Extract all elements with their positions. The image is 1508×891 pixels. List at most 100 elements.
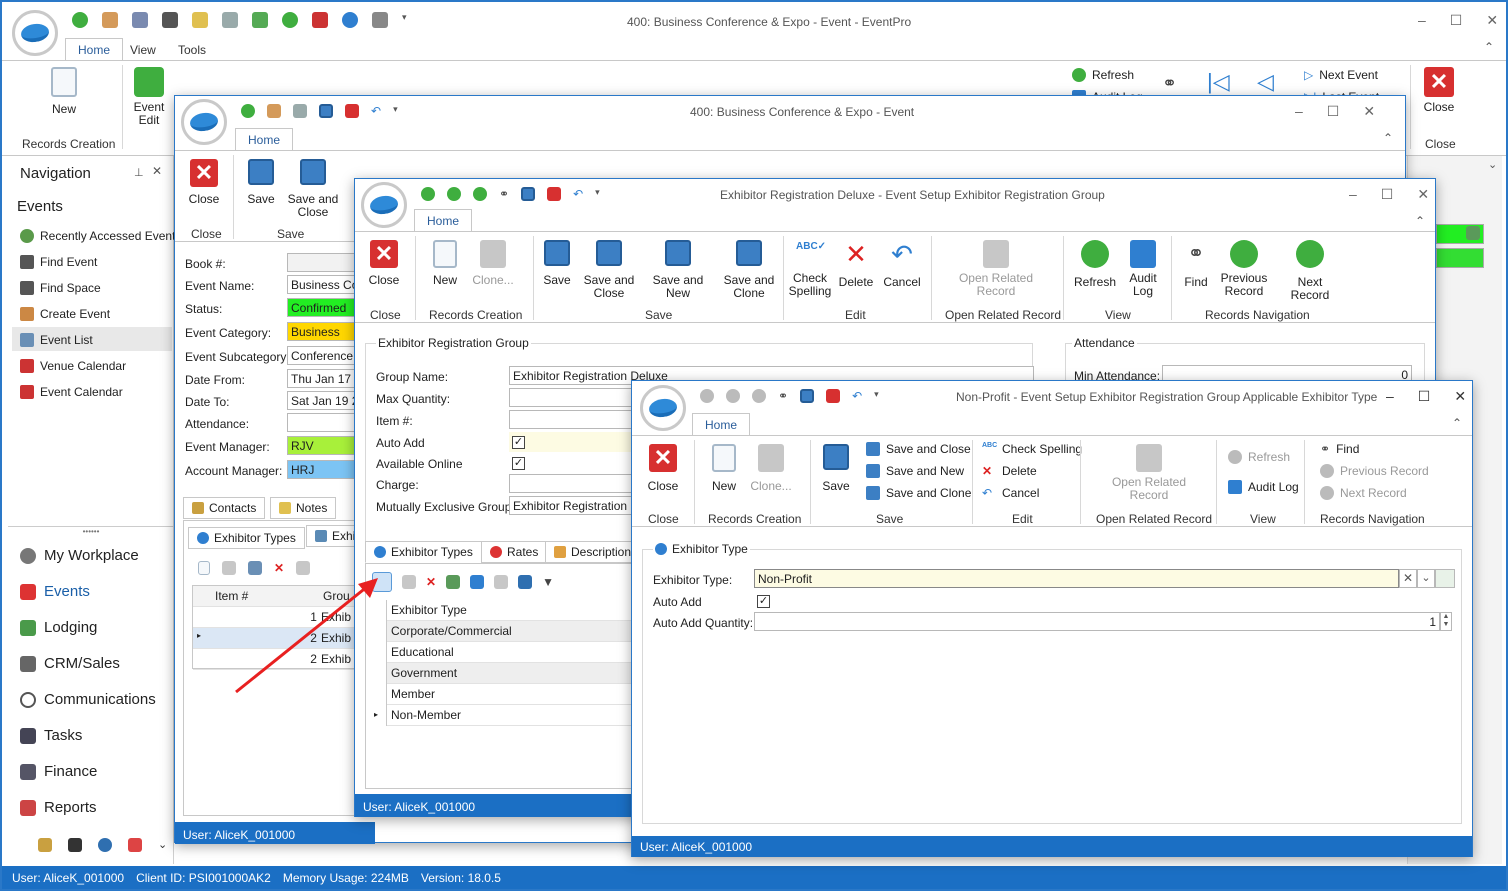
globe-icon[interactable] bbox=[98, 838, 112, 852]
attendance-field[interactable] bbox=[287, 413, 355, 432]
contacts-icon[interactable] bbox=[38, 838, 52, 852]
close-icon[interactable]: ✕ bbox=[1417, 186, 1429, 203]
minimize-icon[interactable]: – bbox=[1349, 186, 1357, 203]
nav-create-event[interactable]: Create Event bbox=[20, 307, 110, 321]
lock-icon[interactable] bbox=[518, 575, 533, 589]
table-row[interactable]: Non-Member bbox=[387, 705, 656, 726]
tab-description[interactable]: Description bbox=[545, 541, 641, 563]
tab-contacts[interactable]: Contacts bbox=[183, 497, 266, 519]
nav-venue-calendar[interactable]: Venue Calendar bbox=[20, 359, 126, 373]
notepad-icon[interactable] bbox=[192, 12, 208, 28]
clear-icon[interactable]: ✕ bbox=[1399, 569, 1417, 588]
quantity-stepper[interactable]: ▲ ▼ bbox=[1440, 612, 1452, 631]
save-icon[interactable] bbox=[319, 104, 333, 118]
app-logo[interactable] bbox=[12, 10, 58, 56]
next-record-button[interactable]: Next Record bbox=[1277, 240, 1343, 302]
new-button[interactable]: New bbox=[44, 67, 84, 116]
nav-close-icon[interactable]: ✕ bbox=[152, 164, 162, 178]
filter-icon[interactable]: ▼ bbox=[542, 575, 554, 589]
up-arrow-icon[interactable] bbox=[421, 187, 435, 201]
refresh-icon[interactable] bbox=[752, 389, 766, 403]
clone-button[interactable]: Clone... bbox=[470, 240, 516, 287]
tab-notes[interactable]: Notes bbox=[270, 497, 337, 519]
nav-find-space[interactable]: Find Space bbox=[20, 281, 101, 295]
account-manager-field[interactable]: HRJ bbox=[287, 460, 355, 479]
undo-icon[interactable]: ↶ bbox=[371, 104, 381, 118]
refresh-button[interactable]: Refresh bbox=[1228, 450, 1290, 464]
date-to-field[interactable]: Sat Jan 19 20 bbox=[287, 391, 355, 410]
tab-exhibitor-types[interactable]: Exhibitor Types bbox=[365, 541, 482, 563]
auto-add-checkbox[interactable]: ✓ bbox=[757, 595, 770, 608]
find-button[interactable]: ⚭ Find bbox=[1320, 442, 1359, 456]
gear-icon[interactable] bbox=[282, 12, 298, 28]
chevron-down-icon[interactable]: ⌄ bbox=[158, 838, 167, 852]
customize-arrow-icon[interactable]: ▾ bbox=[595, 187, 600, 201]
new-button[interactable]: New bbox=[706, 444, 742, 493]
binoculars-icon[interactable]: ⚭ bbox=[778, 389, 788, 403]
refresh-button[interactable]: Refresh bbox=[1072, 68, 1134, 82]
maximize-icon[interactable]: ☐ bbox=[1450, 12, 1463, 29]
customize-arrow-icon[interactable]: ▾ bbox=[402, 12, 407, 28]
save-and-close-button[interactable]: Save and Close bbox=[581, 240, 637, 300]
module-events[interactable]: Events bbox=[20, 583, 90, 600]
save-button[interactable]: Save bbox=[539, 240, 575, 287]
next-record-button[interactable]: Next Record bbox=[1320, 486, 1407, 500]
ribbon-collapse-icon[interactable]: ⌃ bbox=[1452, 416, 1462, 430]
available-online-checkbox[interactable]: ✓ bbox=[512, 457, 525, 470]
app-logo[interactable] bbox=[181, 99, 227, 145]
module-my-workplace[interactable]: My Workplace bbox=[20, 547, 139, 564]
calculator-icon[interactable] bbox=[222, 12, 238, 28]
open-related-record-button[interactable]: Open Related Record bbox=[951, 240, 1041, 298]
pin-icon[interactable]: ⊥ bbox=[134, 166, 144, 179]
table-row[interactable]: Government bbox=[387, 663, 656, 684]
delete-button[interactable]: ✕ Delete bbox=[982, 464, 1037, 478]
cancel-button[interactable]: ↶ Cancel bbox=[881, 240, 923, 289]
columns-icon[interactable] bbox=[470, 575, 485, 589]
chevron-down-icon[interactable]: ⌄ bbox=[1417, 569, 1435, 588]
event-manager-field[interactable]: RJV bbox=[287, 436, 355, 455]
refresh-icon[interactable] bbox=[72, 12, 88, 28]
event-edit-button[interactable]: Event Edit bbox=[129, 67, 169, 127]
auto-add-checkbox[interactable]: ✓ bbox=[512, 436, 525, 449]
up-arrow-icon[interactable] bbox=[700, 389, 714, 403]
new-button[interactable]: New bbox=[427, 240, 463, 287]
layout-icon[interactable] bbox=[494, 575, 509, 589]
audit-log-button[interactable]: Audit Log bbox=[1125, 240, 1161, 298]
status-field[interactable]: Confirmed bbox=[287, 298, 355, 317]
calculator-icon[interactable] bbox=[293, 104, 307, 118]
dropdown-arrow-icon[interactable]: ⌄ bbox=[1488, 158, 1497, 171]
binoculars-icon[interactable]: ⚭ bbox=[1162, 73, 1177, 94]
table-row[interactable]: Corporate/Commercial bbox=[387, 621, 656, 642]
export-icon[interactable] bbox=[446, 575, 461, 589]
tools-icon[interactable] bbox=[372, 12, 388, 28]
audit-log-button[interactable]: Audit Log bbox=[1228, 480, 1299, 494]
event-name-field[interactable]: Business Con bbox=[287, 275, 355, 294]
save-and-clone-button[interactable]: Save and Clone bbox=[721, 240, 777, 300]
open-related-record-button[interactable]: Open Related Record bbox=[1102, 444, 1196, 502]
previous-record-button[interactable]: Previous Record bbox=[1320, 464, 1429, 478]
close-button[interactable]: ✕ Close bbox=[644, 444, 682, 493]
maximize-icon[interactable]: ☐ bbox=[1327, 103, 1340, 120]
app-logo[interactable] bbox=[640, 385, 686, 431]
nav-recently-accessed-events[interactable]: Recently Accessed Events bbox=[20, 229, 181, 243]
arrows-icon[interactable] bbox=[68, 838, 82, 852]
maximize-icon[interactable]: ☐ bbox=[1418, 388, 1431, 405]
tab-home[interactable]: Home bbox=[65, 38, 124, 61]
check-spelling-button[interactable]: ABC✓ Check Spelling bbox=[785, 240, 835, 298]
save-close-icon[interactable] bbox=[826, 389, 841, 403]
grid-header[interactable]: Exhibitor Type bbox=[387, 600, 656, 621]
ribbon-collapse-icon[interactable]: ⌃ bbox=[1383, 131, 1393, 145]
spreadsheet-icon[interactable] bbox=[252, 12, 268, 28]
clone-icon[interactable] bbox=[402, 575, 416, 589]
save-and-close-button[interactable]: Save and Close bbox=[866, 442, 971, 456]
binoculars-icon[interactable] bbox=[162, 12, 178, 28]
nav-event-calendar[interactable]: Event Calendar bbox=[20, 385, 123, 399]
first-record-icon[interactable]: |◁ bbox=[1207, 69, 1230, 95]
binoculars-icon[interactable]: ⚭ bbox=[499, 187, 509, 201]
save-button[interactable]: Save bbox=[818, 444, 854, 493]
event-category-field[interactable]: Business bbox=[287, 322, 355, 341]
save-and-new-button[interactable]: Save and New bbox=[866, 464, 964, 478]
save-icon[interactable] bbox=[521, 187, 536, 201]
checklist-icon[interactable] bbox=[132, 12, 148, 28]
tab-home[interactable]: Home bbox=[692, 413, 751, 436]
